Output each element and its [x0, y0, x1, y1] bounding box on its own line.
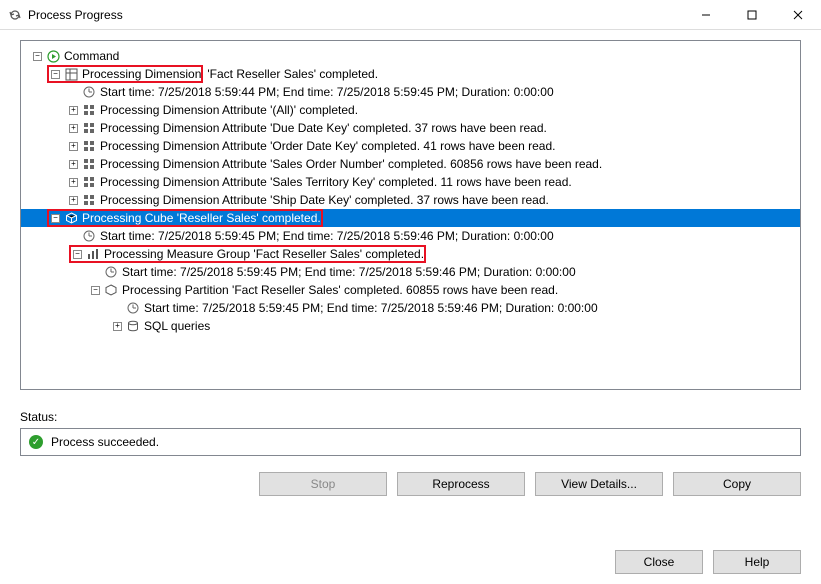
attribute-icon — [82, 175, 96, 189]
tree-label: Start time: 7/25/2018 5:59:44 PM; End ti… — [100, 85, 554, 99]
tree-row-time[interactable]: Start time: 7/25/2018 5:59:44 PM; End ti… — [21, 83, 800, 101]
tree-label: Start time: 7/25/2018 5:59:45 PM; End ti… — [100, 229, 554, 243]
expander-icon[interactable] — [33, 52, 42, 61]
tree-label: Start time: 7/25/2018 5:59:45 PM; End ti… — [122, 265, 576, 279]
tree-label: Processing Dimension — [82, 67, 201, 81]
expander-icon[interactable] — [91, 286, 100, 295]
close-window-button[interactable] — [775, 0, 821, 30]
play-icon — [46, 49, 60, 63]
expander-icon[interactable] — [69, 196, 78, 205]
stop-button: Stop — [259, 472, 387, 496]
copy-button[interactable]: Copy — [673, 472, 801, 496]
tree-label: Processing Dimension Attribute 'Sales Te… — [100, 175, 572, 189]
expander-icon[interactable] — [69, 142, 78, 151]
expander-icon[interactable] — [69, 106, 78, 115]
close-button[interactable]: Close — [615, 550, 703, 574]
clock-icon — [126, 301, 140, 315]
tree-row-measure-group[interactable]: Processing Measure Group 'Fact Reseller … — [21, 245, 800, 263]
expander-icon[interactable] — [51, 70, 60, 79]
tree-label: Processing Dimension Attribute 'Sales Or… — [100, 157, 602, 171]
tree-row-time[interactable]: Start time: 7/25/2018 5:59:45 PM; End ti… — [21, 299, 800, 317]
database-icon — [126, 319, 140, 333]
cube-icon — [64, 211, 78, 225]
clock-icon — [104, 265, 118, 279]
tree-label: Command — [64, 49, 119, 63]
process-tree[interactable]: Command Processing Dimension 'Fact Resel… — [20, 40, 801, 390]
tree-row-attr[interactable]: Processing Dimension Attribute 'Order Da… — [21, 137, 800, 155]
tree-label: SQL queries — [144, 319, 210, 333]
partition-icon — [104, 283, 118, 297]
window-title: Process Progress — [28, 8, 683, 22]
clock-icon — [82, 229, 96, 243]
tree-label: Start time: 7/25/2018 5:59:45 PM; End ti… — [144, 301, 598, 315]
action-buttons: Stop Reprocess View Details... Copy — [20, 472, 801, 496]
maximize-button[interactable] — [729, 0, 775, 30]
status-box: ✓ Process succeeded. — [20, 428, 801, 456]
refresh-icon — [8, 8, 22, 22]
tree-label: Processing Dimension Attribute 'Ship Dat… — [100, 193, 549, 207]
expander-icon[interactable] — [69, 160, 78, 169]
tree-row-attr[interactable]: Processing Dimension Attribute '(All)' c… — [21, 101, 800, 119]
minimize-button[interactable] — [683, 0, 729, 30]
expander-icon[interactable] — [69, 124, 78, 133]
expander-icon[interactable] — [51, 214, 60, 223]
tree-row-cube[interactable]: Processing Cube 'Reseller Sales' complet… — [21, 209, 800, 227]
tree-label: Processing Cube 'Reseller Sales' complet… — [82, 211, 321, 225]
tree-label: Processing Measure Group 'Fact Reseller … — [104, 247, 424, 261]
help-button[interactable]: Help — [713, 550, 801, 574]
attribute-icon — [82, 157, 96, 171]
tree-row-attr[interactable]: Processing Dimension Attribute 'Sales Te… — [21, 173, 800, 191]
tree-row-attr[interactable]: Processing Dimension Attribute 'Due Date… — [21, 119, 800, 137]
attribute-icon — [82, 139, 96, 153]
footer-buttons: Close Help — [615, 550, 801, 574]
tree-label: Processing Dimension Attribute '(All)' c… — [100, 103, 358, 117]
attribute-icon — [82, 121, 96, 135]
status-text: Process succeeded. — [51, 435, 159, 449]
status-label: Status: — [20, 410, 801, 424]
tree-row-dimension[interactable]: Processing Dimension 'Fact Reseller Sale… — [21, 65, 800, 83]
expander-icon[interactable] — [73, 250, 82, 259]
check-icon: ✓ — [29, 435, 43, 449]
expander-icon[interactable] — [69, 178, 78, 187]
clock-icon — [82, 85, 96, 99]
tree-row-sql[interactable]: SQL queries — [21, 317, 800, 335]
tree-label: Processing Partition 'Fact Reseller Sale… — [122, 283, 558, 297]
reprocess-button[interactable]: Reprocess — [397, 472, 525, 496]
tree-row-attr[interactable]: Processing Dimension Attribute 'Sales Or… — [21, 155, 800, 173]
dimension-icon — [64, 67, 78, 81]
tree-row-attr[interactable]: Processing Dimension Attribute 'Ship Dat… — [21, 191, 800, 209]
attribute-icon — [82, 193, 96, 207]
tree-label-rest: 'Fact Reseller Sales' completed. — [207, 67, 378, 81]
tree-row-time[interactable]: Start time: 7/25/2018 5:59:45 PM; End ti… — [21, 263, 800, 281]
titlebar: Process Progress — [0, 0, 821, 30]
bar-chart-icon — [86, 247, 100, 261]
tree-label: Processing Dimension Attribute 'Due Date… — [100, 121, 547, 135]
tree-row-time[interactable]: Start time: 7/25/2018 5:59:45 PM; End ti… — [21, 227, 800, 245]
tree-row-command[interactable]: Command — [21, 47, 800, 65]
expander-icon[interactable] — [113, 322, 122, 331]
attribute-icon — [82, 103, 96, 117]
view-details-button[interactable]: View Details... — [535, 472, 663, 496]
tree-row-partition[interactable]: Processing Partition 'Fact Reseller Sale… — [21, 281, 800, 299]
tree-label: Processing Dimension Attribute 'Order Da… — [100, 139, 555, 153]
